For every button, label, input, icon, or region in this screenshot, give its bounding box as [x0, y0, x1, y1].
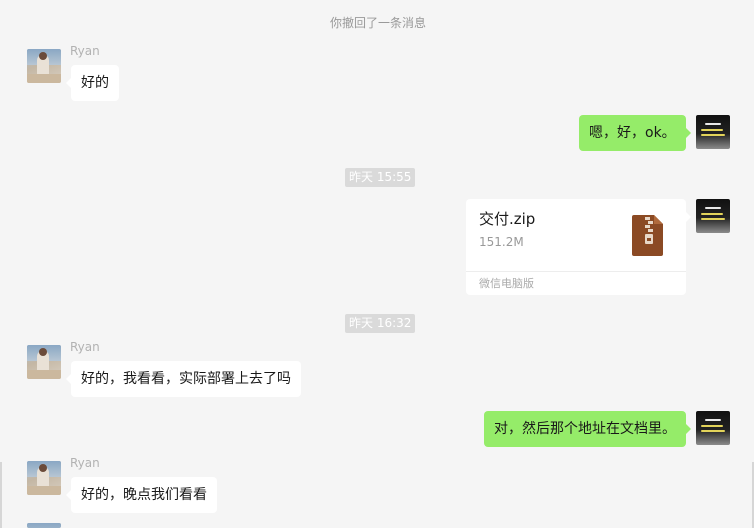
message-bubble-outgoing[interactable]: 嗯，好，ok。 — [579, 115, 691, 151]
file-name: 交付.zip — [479, 210, 536, 228]
sender-name: Ryan — [70, 44, 100, 58]
avatar-me[interactable] — [696, 199, 730, 233]
timestamp: 昨天 15:55 — [345, 168, 416, 187]
message-bubble-incoming[interactable]: 好的，晚点我们看看 — [66, 477, 217, 513]
zip-file-icon — [632, 215, 663, 260]
avatar-ryan-partial[interactable] — [27, 523, 61, 528]
message-bubble-incoming[interactable]: 好的 — [66, 65, 119, 101]
message-bubble-outgoing[interactable]: 对，然后那个地址在文档里。 — [484, 411, 691, 447]
avatar-ryan[interactable] — [27, 345, 61, 379]
selection-edge-left — [0, 462, 2, 528]
avatar-me[interactable] — [696, 115, 730, 149]
file-source-label: 微信电脑版 — [479, 277, 534, 290]
avatar-ryan[interactable] — [27, 49, 61, 83]
avatar-ryan[interactable] — [27, 461, 61, 495]
timestamp: 昨天 16:32 — [345, 314, 416, 333]
file-message-card[interactable]: 交付.zip 151.2M 微信电脑版 — [466, 199, 691, 295]
chat-message-area[interactable]: 你撤回了一条消息 Ryan 好的 嗯，好，ok。 昨天 15:55 交付.zip… — [0, 0, 754, 528]
sender-name: Ryan — [70, 340, 100, 354]
sender-name: Ryan — [70, 456, 100, 470]
avatar-me[interactable] — [696, 411, 730, 445]
file-card-divider — [466, 271, 686, 272]
file-size: 151.2M — [479, 235, 524, 249]
recall-notice: 你撤回了一条消息 — [330, 16, 427, 30]
message-bubble-incoming[interactable]: 好的，我看看，实际部署上去了吗 — [66, 361, 301, 397]
